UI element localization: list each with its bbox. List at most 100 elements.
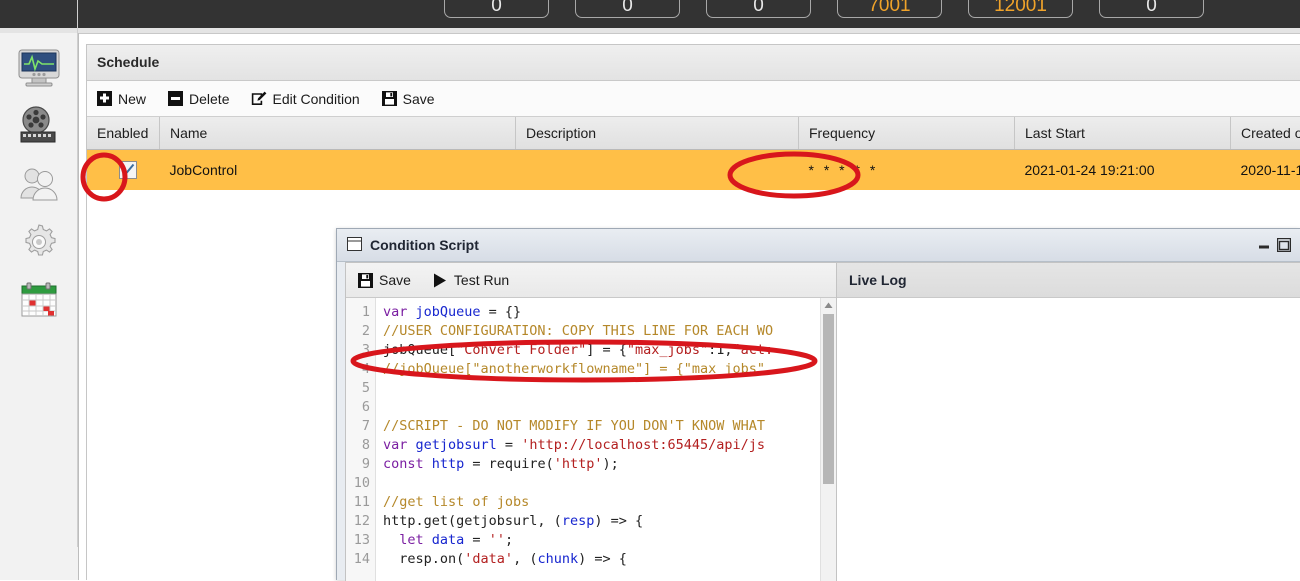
scroll-up-icon[interactable] xyxy=(821,298,836,312)
code-token: resp.on( xyxy=(383,551,464,567)
code-token: "Convert Folder" xyxy=(456,342,586,358)
test-run-button[interactable]: Test Run xyxy=(433,272,509,288)
cell-frequency: * * * * * xyxy=(799,150,1015,191)
kpi-tile-4[interactable]: 12001 xyxy=(968,0,1073,18)
column-header-last-start[interactable]: Last Start xyxy=(1015,117,1231,150)
kpi-value: 7001 xyxy=(868,0,910,15)
line-number: 7 xyxy=(346,417,370,436)
code-line[interactable] xyxy=(383,474,820,493)
plus-icon xyxy=(97,91,112,106)
line-number: 4 xyxy=(346,360,370,379)
scrollbar-thumb[interactable] xyxy=(823,314,834,484)
code-token: var xyxy=(383,437,416,453)
code-line[interactable]: var getjobsurl = 'http://localhost:65445… xyxy=(383,436,820,455)
minimize-button[interactable] xyxy=(1254,236,1274,254)
sidebar-item-schedule[interactable] xyxy=(16,277,62,323)
delete-button[interactable]: Delete xyxy=(168,91,229,107)
code-token: = xyxy=(464,532,488,548)
kpi-value: 0 xyxy=(622,0,633,15)
calendar-icon xyxy=(19,280,59,320)
code-line[interactable]: let data = ''; xyxy=(383,531,820,550)
kpi-tile-5[interactable]: 0 xyxy=(1099,0,1204,18)
kpi-value: 12001 xyxy=(994,0,1047,15)
code-editor[interactable]: 1234567891011121314 var jobQueue = {}//U… xyxy=(346,298,836,581)
code-token: data xyxy=(432,532,465,548)
test-run-label: Test Run xyxy=(454,272,509,288)
code-line[interactable]: jobQueue["Convert Folder"] = {"max_jobs"… xyxy=(383,341,820,360)
kpi-value: 0 xyxy=(1146,0,1157,15)
code-token: chunk xyxy=(537,551,578,567)
minus-icon xyxy=(168,91,183,106)
line-number: 1 xyxy=(346,303,370,322)
sidebar-item-media[interactable] xyxy=(16,103,62,149)
save-button[interactable]: Save xyxy=(382,91,435,107)
code-token: "act: xyxy=(733,342,774,358)
code-line[interactable]: //SCRIPT - DO NOT MODIFY IF YOU DON'T KN… xyxy=(383,417,820,436)
code-line[interactable]: //get list of jobs xyxy=(383,493,820,512)
code-line[interactable] xyxy=(383,379,820,398)
script-save-button[interactable]: Save xyxy=(358,272,411,288)
column-header-description[interactable]: Description xyxy=(516,117,799,150)
sidebar-item-monitor[interactable] xyxy=(16,45,62,91)
code-token: 'http://localhost:65445/api/js xyxy=(521,437,765,453)
code-line[interactable]: //jobQueue["anotherworkflowname"] = {"ma… xyxy=(383,360,820,379)
save-icon xyxy=(358,273,373,288)
condition-script-titlebar[interactable]: Condition Script xyxy=(337,229,1300,262)
code-token: 'http' xyxy=(554,456,603,472)
maximize-button[interactable] xyxy=(1274,236,1294,254)
column-header-frequency[interactable]: Frequency xyxy=(799,117,1015,150)
line-number: 14 xyxy=(346,550,370,569)
line-number: 13 xyxy=(346,531,370,550)
delete-button-label: Delete xyxy=(189,91,229,107)
condition-script-window: Condition Script Save Tes xyxy=(336,228,1300,580)
code-token: var xyxy=(383,304,416,320)
left-nav-rail xyxy=(0,33,79,580)
cell-description xyxy=(516,150,799,191)
code-line[interactable]: resp.on('data', (chunk) => { xyxy=(383,550,820,569)
schedule-table: Enabled Name Description Frequency Last … xyxy=(87,117,1300,190)
column-header-created-on[interactable]: Created on xyxy=(1231,117,1300,150)
code-token: http.get(getjobsurl, ( xyxy=(383,513,562,529)
schedule-toolbar: New Delete Edit Condition Save xyxy=(87,81,1300,117)
code-token: resp xyxy=(562,513,595,529)
sidebar-item-settings[interactable] xyxy=(16,219,62,265)
table-row[interactable]: JobControl * * * * * 2021-01-24 19:21:00… xyxy=(87,150,1300,191)
line-number: 2 xyxy=(346,322,370,341)
kpi-tile-2[interactable]: 0 xyxy=(706,0,811,18)
monitor-icon xyxy=(18,49,60,87)
edit-condition-button-label: Edit Condition xyxy=(272,91,359,107)
code-line[interactable]: const http = require('http'); xyxy=(383,455,820,474)
line-number: 12 xyxy=(346,512,370,531)
code-token: //SCRIPT - DO NOT MODIFY IF YOU DON'T KN… xyxy=(383,418,765,434)
editor-vertical-scrollbar[interactable] xyxy=(820,298,836,581)
code-line[interactable] xyxy=(383,398,820,417)
code-token: ) => { xyxy=(594,513,643,529)
code-content[interactable]: var jobQueue = {}//USER CONFIGURATION: C… xyxy=(376,298,820,581)
table-header-row: Enabled Name Description Frequency Last … xyxy=(87,117,1300,150)
new-button-label: New xyxy=(118,91,146,107)
new-button[interactable]: New xyxy=(97,91,146,107)
kpi-tile-3[interactable]: 7001 xyxy=(837,0,942,18)
code-line[interactable]: http.get(getjobsurl, (resp) => { xyxy=(383,512,820,531)
code-token: //get list of jobs xyxy=(383,494,529,510)
column-header-enabled[interactable]: Enabled xyxy=(87,117,160,150)
code-token: ; xyxy=(505,532,513,548)
kpi-value: 0 xyxy=(753,0,764,15)
rail-divider xyxy=(77,0,78,547)
sidebar-item-users[interactable] xyxy=(16,161,62,207)
save-icon xyxy=(382,91,397,106)
code-token: :1, xyxy=(708,342,732,358)
play-icon xyxy=(433,273,448,288)
code-token: , ( xyxy=(513,551,537,567)
code-line[interactable]: var jobQueue = {} xyxy=(383,303,820,322)
enabled-checkbox[interactable] xyxy=(119,161,137,179)
column-header-name[interactable]: Name xyxy=(160,117,516,150)
kpi-tile-0[interactable]: 0 xyxy=(444,0,549,18)
kpi-value: 0 xyxy=(491,0,502,15)
kpi-tile-1[interactable]: 0 xyxy=(575,0,680,18)
code-line[interactable]: //USER CONFIGURATION: COPY THIS LINE FOR… xyxy=(383,322,820,341)
checkmark-icon xyxy=(121,163,135,177)
edit-condition-button[interactable]: Edit Condition xyxy=(251,91,359,107)
code-token: '' xyxy=(489,532,505,548)
code-token: ) => { xyxy=(578,551,627,567)
